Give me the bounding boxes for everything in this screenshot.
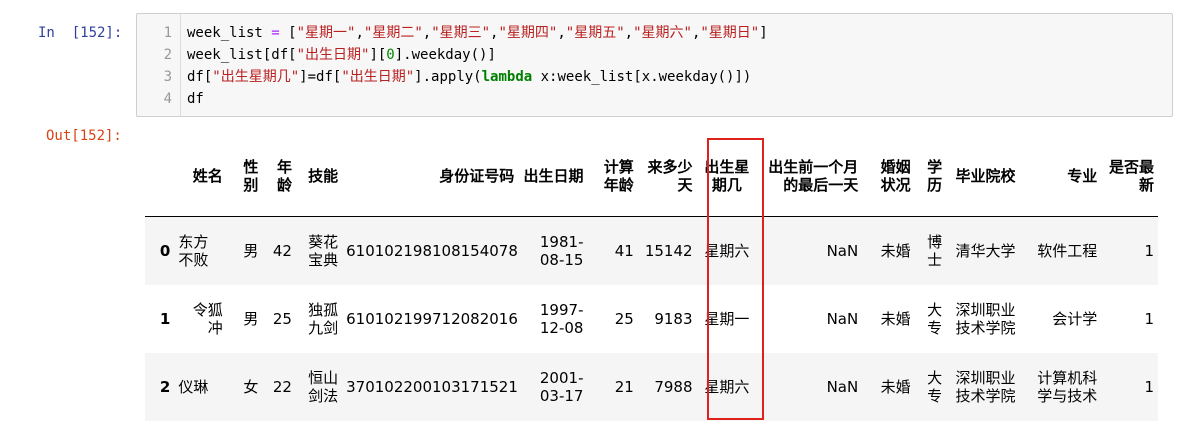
- cell-id: 610102198108154078: [346, 241, 518, 260]
- table-row: 2 仪琳 女 22 恒山剑法 370102200103171521 2001-0…: [145, 352, 1158, 421]
- cell-calc-age: 21: [614, 377, 634, 396]
- cell-major: 会计学: [1052, 309, 1098, 328]
- cell-gender: 女: [243, 377, 259, 396]
- cell-id: 610102199712082016: [346, 309, 518, 328]
- cell-latest: 1: [1144, 309, 1154, 328]
- cell-school: 深圳职业技术学院: [955, 300, 1016, 337]
- cell-days: 7988: [654, 377, 693, 396]
- column-header: 身份证号码: [342, 136, 519, 217]
- cell-skill: 葵花宝典: [308, 232, 339, 269]
- cell-prev-month-end: NaN: [826, 377, 859, 396]
- line-number: 4: [163, 91, 172, 107]
- cell-weekday: 星期六: [704, 241, 750, 260]
- column-header: 婚姻状况: [862, 136, 915, 217]
- dataframe-table: 姓名 性别 年龄 技能 身份证号码 出生日期 计算年龄 来多少天 出生星期几 出…: [145, 136, 1158, 421]
- cell-education: 大专: [927, 368, 943, 405]
- cell-latest: 1: [1144, 377, 1154, 396]
- cell-calc-age: 25: [614, 309, 634, 328]
- column-header: 姓名: [174, 136, 227, 217]
- cell-birth: 1981-08-15: [539, 232, 584, 269]
- code-line-4: df: [187, 91, 204, 107]
- cell-school: 深圳职业技术学院: [955, 368, 1016, 405]
- line-number: 3: [163, 69, 172, 85]
- output-prompt: Out[152]:: [46, 128, 122, 144]
- cell-days: 15142: [644, 241, 693, 260]
- cell-gender: 男: [243, 241, 259, 260]
- cell-birth: 2001-03-17: [539, 368, 584, 405]
- column-header: 专业: [1019, 136, 1102, 217]
- cell-school: 清华大学: [955, 241, 1016, 260]
- cell-major: 软件工程: [1037, 241, 1098, 260]
- table-row: 0 东方不败 男 42 葵花宝典 610102198108154078 1981…: [145, 216, 1158, 285]
- column-header: 来多少天: [637, 136, 697, 217]
- table-row: 1 令狐冲 男 25 独孤九剑 610102199712082016 1997-…: [145, 285, 1158, 353]
- code-line-3: df["出生星期几"]=df["出生日期"].apply(lambda x:we…: [187, 69, 752, 85]
- table-header-row: 姓名 性别 年龄 技能 身份证号码 出生日期 计算年龄 来多少天 出生星期几 出…: [145, 136, 1158, 217]
- cell-marital: 未婚: [880, 309, 911, 328]
- cell-major: 计算机科学与技术: [1037, 368, 1098, 405]
- cell-birth: 1997-12-08: [539, 300, 584, 337]
- cell-name: 仪琳: [178, 377, 209, 396]
- row-index: 1: [159, 309, 171, 328]
- cell-age: 25: [272, 309, 292, 328]
- column-header: 计算年龄: [587, 136, 638, 217]
- cell-prev-month-end: NaN: [826, 309, 859, 328]
- code-line-2: week_list[df["出生日期"][0].weekday()]: [187, 47, 496, 63]
- cell-education: 博士: [927, 232, 943, 269]
- cell-marital: 未婚: [880, 377, 911, 396]
- cell-name: 令狐冲: [192, 300, 223, 337]
- column-header: 出生前一个月的最后一天: [757, 136, 863, 217]
- cell-age: 42: [272, 241, 292, 260]
- input-prompt: In [152]:: [38, 25, 123, 41]
- row-index: 2: [159, 377, 171, 396]
- code-line-1: week_list = ["星期一","星期二","星期三","星期四","星期…: [187, 25, 768, 41]
- column-header: 技能: [295, 136, 343, 217]
- column-header: 性别: [226, 136, 263, 217]
- cell-marital: 未婚: [880, 241, 911, 260]
- line-number-gutter: 1 2 3 4: [137, 14, 181, 116]
- cell-id: 370102200103171521: [346, 377, 518, 396]
- column-header: 毕业院校: [946, 136, 1020, 217]
- cell-skill: 恒山剑法: [308, 368, 339, 405]
- code-cell[interactable]: 1 2 3 4 week_list = ["星期一","星期二","星期三","…: [136, 13, 1173, 117]
- column-header-weekday: 出生星期几: [696, 136, 758, 217]
- line-number: 2: [163, 47, 172, 63]
- column-header: 年龄: [262, 136, 296, 217]
- cell-weekday: 星期六: [704, 377, 750, 396]
- column-header: 是否最新: [1101, 136, 1158, 217]
- cell-calc-age: 41: [614, 241, 634, 260]
- row-index: 0: [159, 241, 171, 260]
- cell-latest: 1: [1144, 241, 1154, 260]
- cell-gender: 男: [243, 309, 259, 328]
- cell-days: 9183: [654, 309, 693, 328]
- cell-weekday: 星期一: [704, 309, 750, 328]
- cell-age: 22: [272, 377, 292, 396]
- line-number: 1: [163, 25, 172, 41]
- cell-education: 大专: [927, 300, 943, 337]
- index-header: [145, 136, 175, 217]
- column-header: 学历: [914, 136, 947, 217]
- cell-prev-month-end: NaN: [826, 241, 859, 260]
- cell-name: 东方不败: [178, 232, 209, 269]
- cell-skill: 独孤九剑: [308, 300, 339, 337]
- column-header: 出生日期: [518, 136, 588, 217]
